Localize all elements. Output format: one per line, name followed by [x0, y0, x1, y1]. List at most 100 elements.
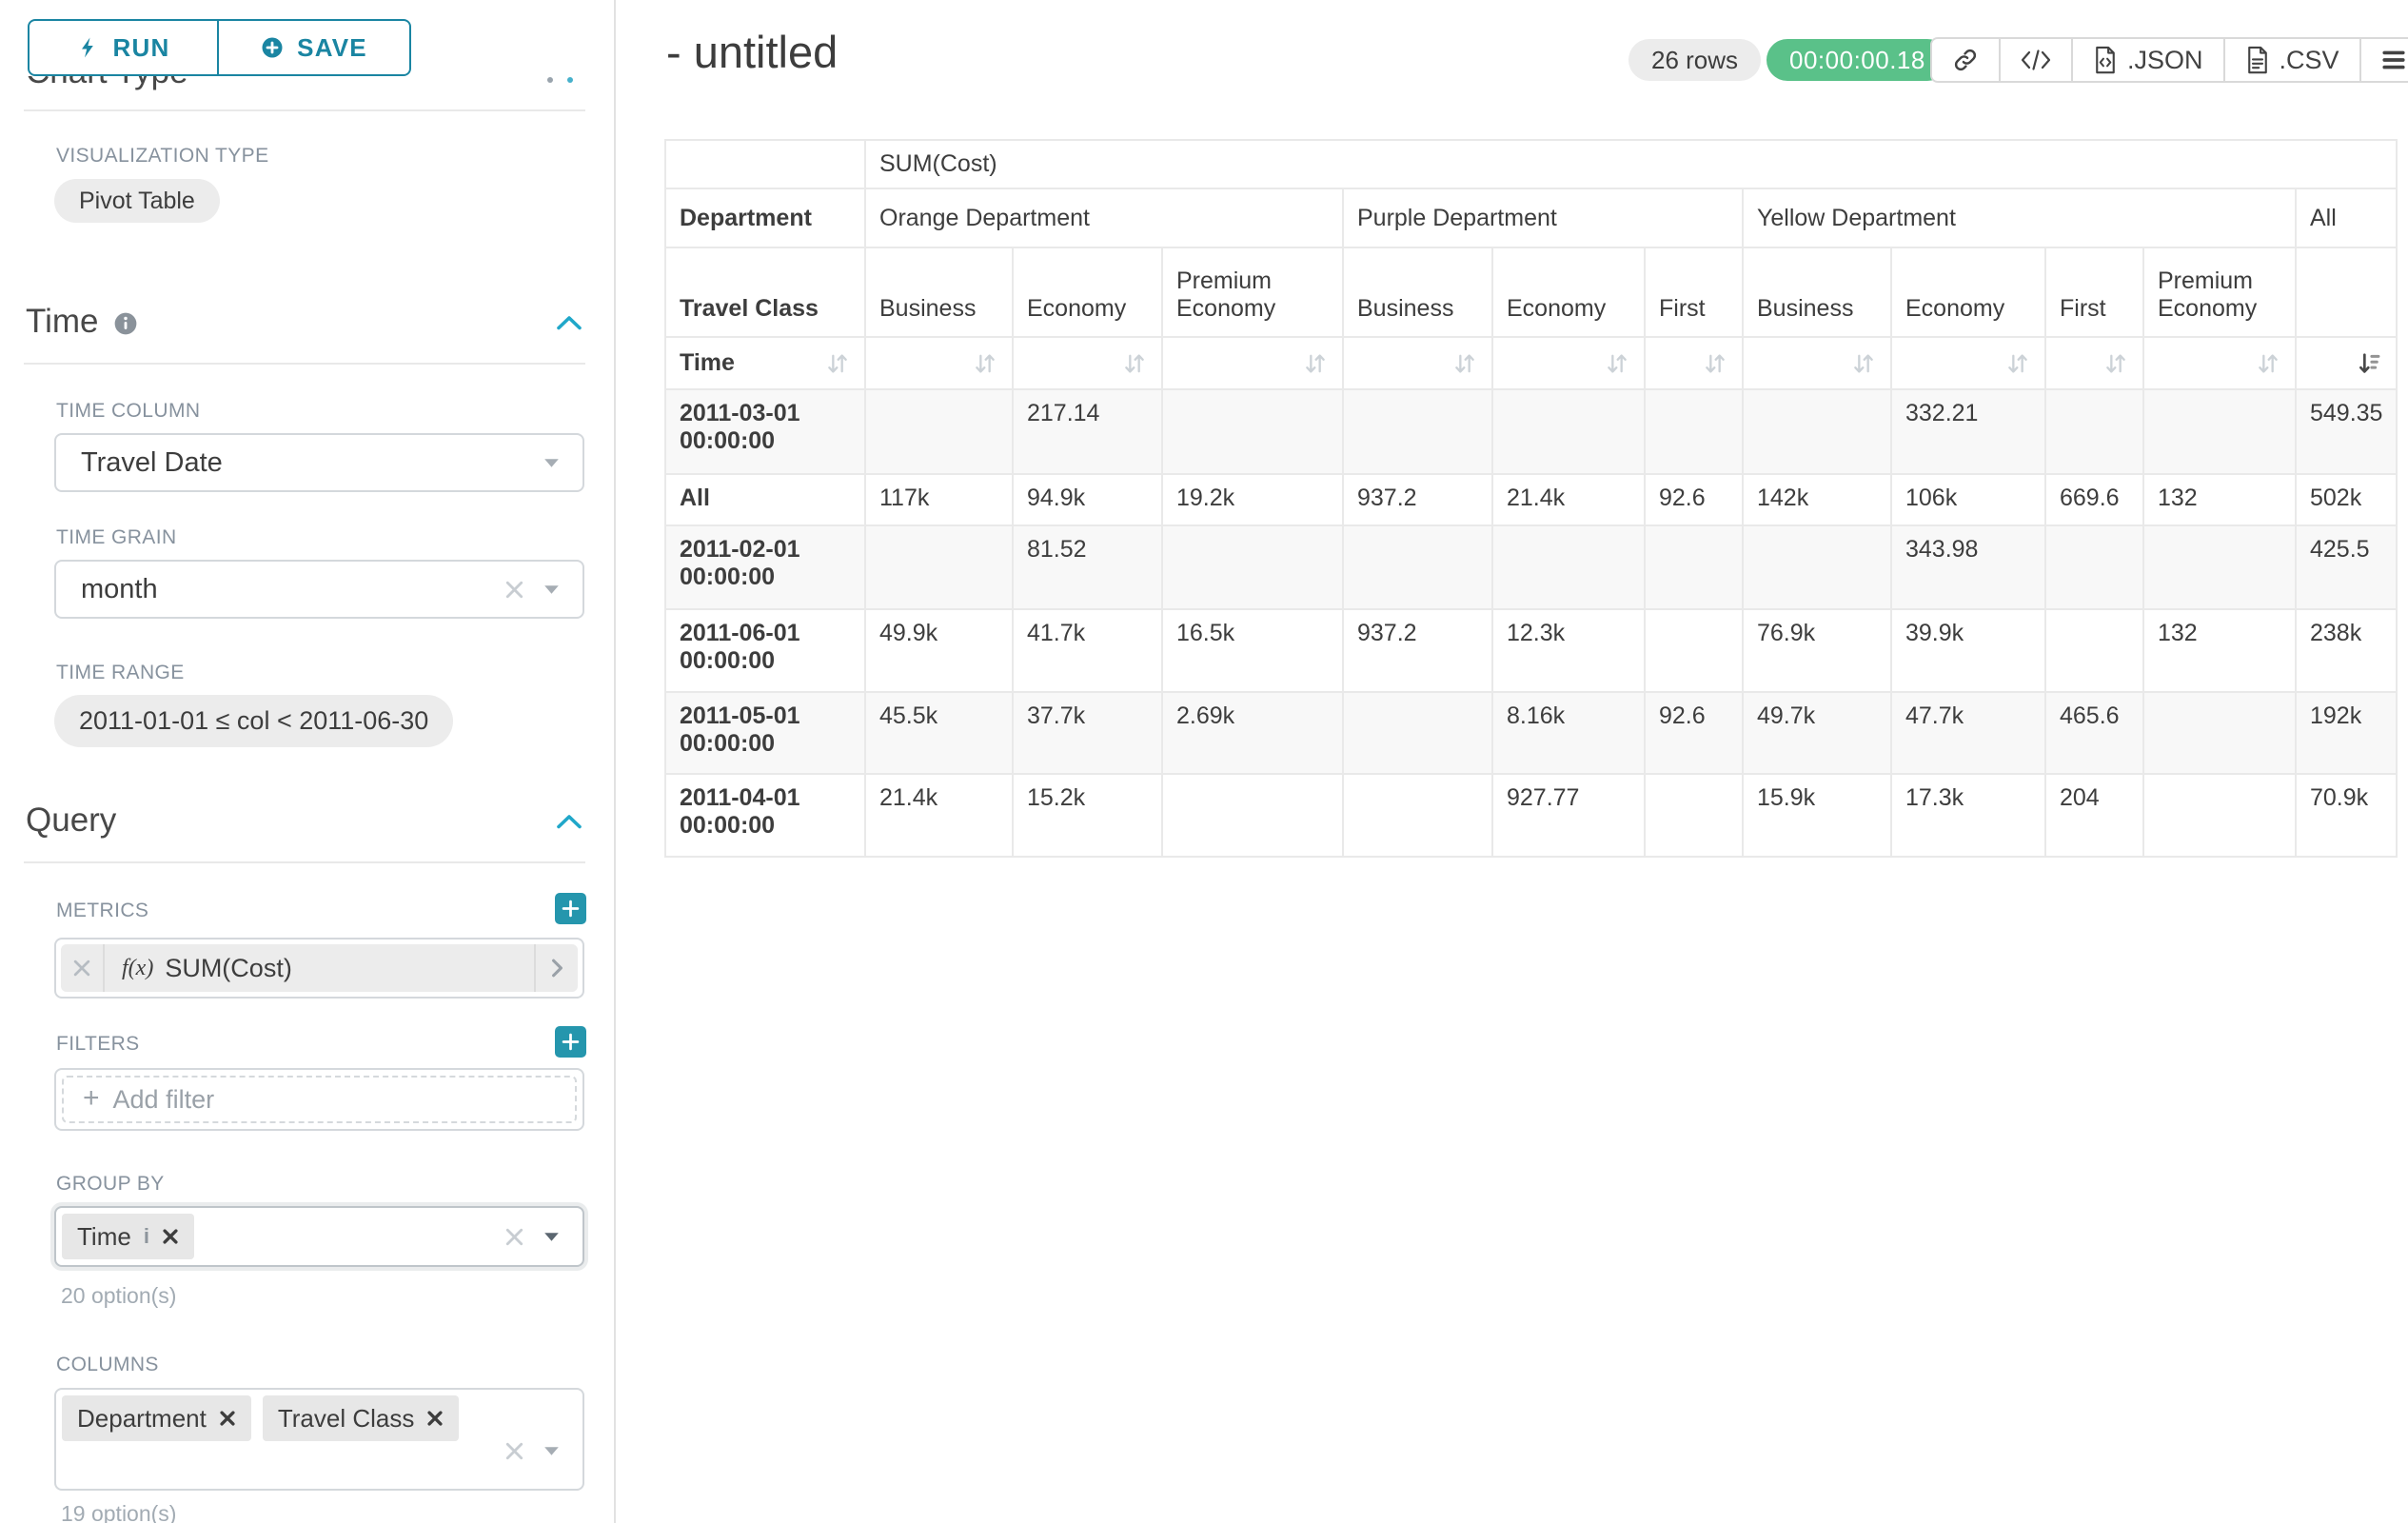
pivot-cell: 132	[2143, 474, 2296, 525]
time-column-select[interactable]: Travel Date	[54, 433, 584, 492]
group-by-label: GROUP BY	[56, 1173, 165, 1196]
pivot-cell	[1343, 692, 1492, 774]
chevron-up-icon[interactable]	[556, 314, 582, 331]
table-row: 2011-04-01 00:00:0021.4k15.2k927.7715.9k…	[665, 774, 2397, 857]
action-label: .JSON	[2127, 46, 2203, 75]
travel-class-header: Economy	[1013, 247, 1162, 337]
field-pill[interactable]: Travel Class	[263, 1395, 460, 1441]
pivot-cell: 92.6	[1645, 692, 1743, 774]
run-button[interactable]: RUN	[28, 19, 219, 76]
clipped-chevron-icon	[567, 77, 573, 83]
group-by-select[interactable]: Timei	[54, 1206, 584, 1267]
time-grain-value: month	[81, 574, 158, 605]
sort-icon[interactable]	[1121, 350, 1148, 377]
chevron-right-icon[interactable]	[534, 944, 578, 992]
chevron-up-icon[interactable]	[556, 813, 582, 830]
pivot-cell: 937.2	[1343, 609, 1492, 692]
chevron-down-icon[interactable]	[543, 458, 560, 468]
time-range-pill[interactable]: 2011-01-01 ≤ col < 2011-06-30	[54, 695, 453, 747]
pivot-cell: 70.9k	[2296, 774, 2397, 857]
pivot-cell	[1743, 389, 1891, 474]
pivot-table-container: SUM(Cost)DepartmentOrange DepartmentPurp…	[664, 139, 2398, 858]
time-grain-select[interactable]: month	[54, 560, 584, 619]
columns-select[interactable]: Department Travel Class	[54, 1388, 584, 1491]
pivot-cell: 19.2k	[1162, 474, 1343, 525]
sort-descending-icon[interactable]	[2356, 350, 2382, 377]
chevron-down-icon[interactable]	[543, 1232, 560, 1242]
remove-pill-icon[interactable]	[162, 1228, 179, 1245]
pivot-cell: 21.4k	[865, 774, 1013, 857]
field-pill[interactable]: Department	[62, 1395, 251, 1441]
pivot-cell: 49.9k	[865, 609, 1013, 692]
chart-title[interactable]: - untitled	[666, 26, 838, 78]
add-filter-label: Add filter	[113, 1085, 215, 1115]
travel-class-header	[2296, 247, 2397, 337]
chevron-down-icon[interactable]	[543, 584, 560, 595]
save-button[interactable]: SAVE	[219, 19, 411, 76]
sort-icon[interactable]	[2004, 350, 2031, 377]
sort-icon[interactable]	[2255, 350, 2281, 377]
action-label: .CSV	[2280, 46, 2339, 75]
pivot-cell: 332.21	[1891, 389, 2045, 474]
pivot-cell: 204	[2045, 774, 2143, 857]
sort-icon[interactable]	[1451, 350, 1478, 377]
save-button-label: SAVE	[297, 33, 367, 63]
sort-icon[interactable]	[1850, 350, 1877, 377]
travel-class-header: Economy	[1891, 247, 2045, 337]
embed-code-button[interactable]	[1999, 39, 2071, 81]
pivot-cell: 39.9k	[1891, 609, 2045, 692]
query-section-heading: Query	[26, 801, 116, 840]
pivot-cell: 132	[2143, 609, 2296, 692]
pivot-cell: 927.77	[1492, 774, 1645, 857]
pivot-cell: 15.2k	[1013, 774, 1162, 857]
pivot-cell	[1162, 774, 1343, 857]
time-column-label: TIME COLUMN	[56, 400, 200, 423]
sort-icon[interactable]	[1302, 350, 1329, 377]
viz-type-pill[interactable]: Pivot Table	[54, 179, 220, 223]
export-json-button[interactable]: .JSON	[2071, 39, 2223, 81]
remove-pill-icon[interactable]	[219, 1410, 236, 1427]
clear-icon[interactable]	[504, 580, 524, 600]
pivot-cell	[2143, 774, 2296, 857]
clear-icon[interactable]	[504, 1441, 524, 1461]
menu-button[interactable]	[2359, 39, 2408, 81]
row-label: All	[665, 474, 865, 525]
add-metric-button[interactable]	[555, 893, 586, 924]
share-link-button[interactable]	[1932, 39, 1999, 81]
sort-icon[interactable]	[972, 350, 998, 377]
add-filter-button[interactable]: + Add filter	[62, 1076, 577, 1123]
remove-pill-icon[interactable]	[426, 1410, 444, 1427]
export-csv-button[interactable]: .CSV	[2223, 39, 2359, 81]
travel-class-header: Premium Economy	[2143, 247, 2296, 337]
group-by-pills: Timei	[62, 1214, 504, 1259]
divider	[24, 363, 585, 365]
pivot-cell: 76.9k	[1743, 609, 1891, 692]
pivot-cell: 8.16k	[1492, 692, 1645, 774]
field-pill[interactable]: Timei	[62, 1214, 194, 1259]
pivot-cell: 117k	[865, 474, 1013, 525]
travel-class-header: First	[2045, 247, 2143, 337]
menu-icon	[2381, 49, 2406, 70]
pivot-cell: 94.9k	[1013, 474, 1162, 525]
sort-icon[interactable]	[2102, 350, 2129, 377]
sort-header	[1162, 337, 1343, 389]
pivot-cell: 142k	[1743, 474, 1891, 525]
sort-icon[interactable]	[824, 350, 851, 377]
pivot-cell: 2.69k	[1162, 692, 1343, 774]
travel-class-header: Business	[1343, 247, 1492, 337]
clear-icon[interactable]	[504, 1227, 524, 1247]
sort-icon[interactable]	[1604, 350, 1630, 377]
sort-icon[interactable]	[1702, 350, 1728, 377]
remove-metric-icon[interactable]	[61, 944, 105, 992]
travel-class-header: Business	[865, 247, 1013, 337]
add-filter-plus-button[interactable]	[555, 1026, 586, 1058]
travel-class-header: Premium Economy	[1162, 247, 1343, 337]
code-icon	[2021, 49, 2051, 70]
run-button-label: RUN	[113, 33, 170, 63]
sort-header	[1743, 337, 1891, 389]
sort-header	[1891, 337, 2045, 389]
info-icon	[113, 311, 138, 336]
chevron-down-icon[interactable]	[543, 1446, 560, 1456]
metric-pill[interactable]: f(x) SUM(Cost)	[61, 944, 578, 992]
pivot-cell	[1343, 774, 1492, 857]
